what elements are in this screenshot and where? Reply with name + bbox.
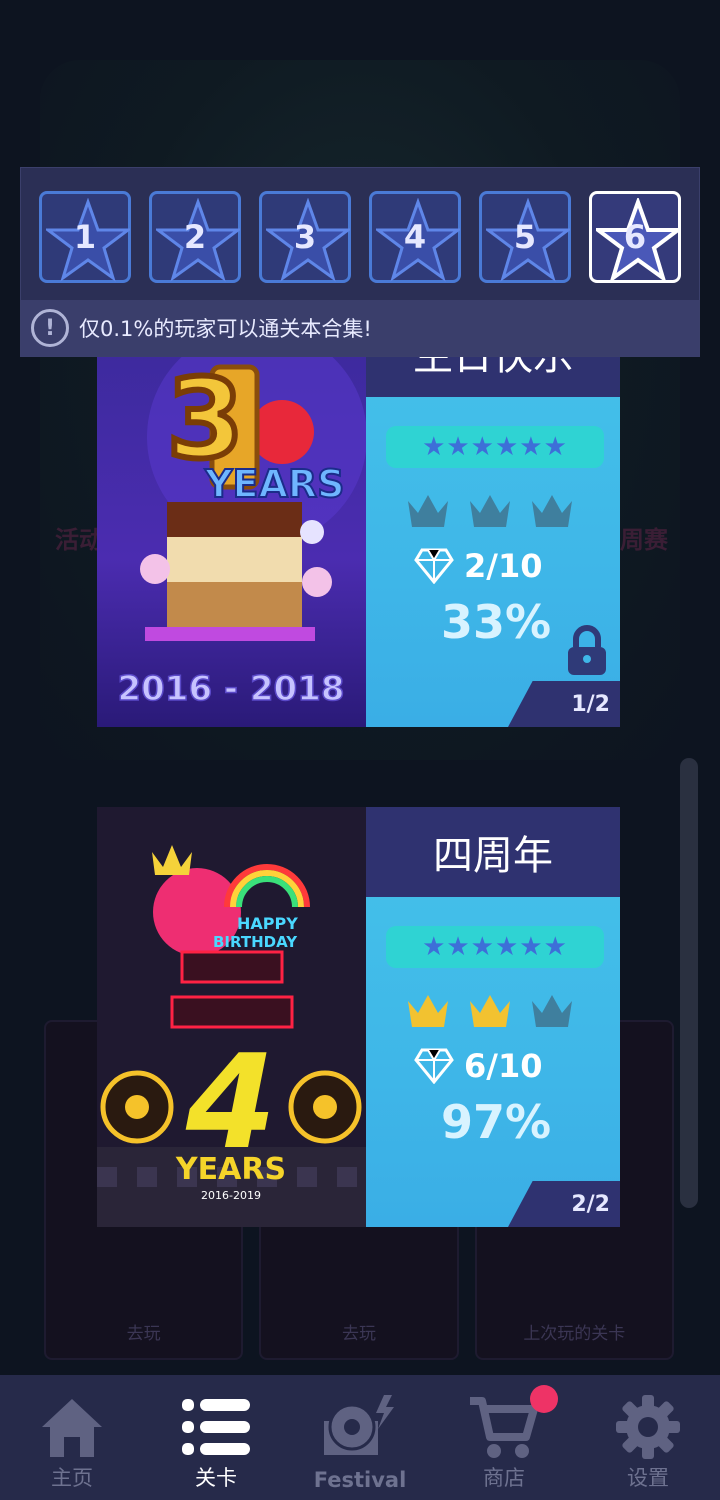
notification-badge: [530, 1385, 558, 1413]
star-level-number: 3: [293, 218, 317, 256]
star-level-number: 5: [513, 218, 537, 256]
gem-count: 6/10: [464, 1047, 543, 1085]
card-info-panel: 生日快乐 ★★★★★★ 2/10 33% 1/2: [366, 307, 620, 727]
home-icon: [42, 1399, 102, 1457]
bottom-tab-bar: 主页 关卡 Festival 商店 设置: [0, 1375, 720, 1500]
notice-text: 仅0.1%的玩家可以通关本合集!: [79, 317, 372, 341]
tab-settings[interactable]: 设置: [576, 1375, 720, 1500]
gear-icon: [616, 1395, 680, 1459]
notice-bar: ! 仅0.1%的玩家可以通关本合集!: [21, 300, 699, 356]
art-birthday-label: BIRTHDAY: [213, 933, 298, 951]
star-level-number: 6: [623, 218, 647, 256]
tab-home[interactable]: 主页: [0, 1375, 144, 1500]
crown-icon: [532, 495, 572, 527]
tab-shop[interactable]: 商店: [432, 1375, 576, 1500]
art-date-range: 2016 - 2018: [117, 669, 344, 709]
diamond-icon: [414, 1048, 454, 1084]
star-level-4-button[interactable]: 4: [369, 191, 461, 283]
scrollbar[interactable]: [680, 758, 698, 1208]
star-level-6-button[interactable]: 6: [589, 191, 681, 283]
cake-4-years-art: HAPPY BIRTHDAY 4 YEARS 2016-2019: [97, 807, 366, 1227]
background-card-button: 去玩: [126, 1324, 161, 1344]
record-icon: [324, 1395, 394, 1455]
art-happy-label: HAPPY: [237, 914, 298, 933]
star-level-3-button[interactable]: 3: [259, 191, 351, 283]
crown-icon: [408, 995, 448, 1027]
background-card-button: 上次玩的关卡: [523, 1324, 626, 1344]
gem-progress: 2/10: [414, 547, 542, 585]
tab-label: 商店: [483, 1466, 525, 1490]
tab-label: 主页: [51, 1466, 93, 1490]
background-event-label: 活动: [55, 526, 103, 554]
art-years-label: YEARS: [175, 1152, 286, 1187]
level-card[interactable]: HAPPY BIRTHDAY 4 YEARS 2016-2019 四周年 ★★★…: [97, 807, 620, 1227]
card-artwork-3-years: 3 YEARS 2016 - 2018: [97, 307, 366, 727]
completion-percent: 97%: [440, 1095, 552, 1149]
alert-icon: !: [31, 309, 69, 347]
background-card-button: 去玩: [341, 1324, 376, 1344]
lock-icon: [568, 625, 606, 675]
card-info-panel: 四周年 ★★★★★★ 6/10 97% 2/2: [366, 807, 620, 1227]
stars-rating: ★★★★★★: [386, 426, 604, 468]
star-level-2-button[interactable]: 2: [149, 191, 241, 283]
crowns-row: [404, 987, 576, 1035]
crown-icon: [408, 495, 448, 527]
star-level-tabs: 1 2 3 4 5 6: [39, 191, 681, 283]
art-date-range: 2016-2019: [201, 1189, 261, 1202]
diamond-icon: [414, 548, 454, 584]
background-weekly-label: 周赛: [620, 526, 668, 554]
tab-levels[interactable]: 关卡: [144, 1375, 288, 1500]
crown-icon: [532, 995, 572, 1027]
card-artwork-4-years: HAPPY BIRTHDAY 4 YEARS 2016-2019: [97, 807, 366, 1227]
tab-label: 关卡: [195, 1466, 237, 1490]
page-indicator: 2/2: [508, 1181, 620, 1227]
list-icon: [182, 1399, 250, 1455]
star-level-number: 4: [403, 218, 427, 256]
star-level-1-button[interactable]: 1: [39, 191, 131, 283]
star-level-5-button[interactable]: 5: [479, 191, 571, 283]
card-title: 四周年: [366, 807, 620, 897]
crown-icon: [470, 995, 510, 1027]
tab-label: Festival: [313, 1468, 407, 1492]
art-years-label: YEARS: [204, 462, 345, 506]
stars-rating: ★★★★★★: [386, 926, 604, 968]
gem-count: 2/10: [464, 547, 543, 585]
cake-3-years-art: 3 YEARS 2016 - 2018: [97, 307, 366, 727]
crown-icon: [470, 495, 510, 527]
tab-label: 设置: [627, 1466, 669, 1490]
gem-progress: 6/10: [414, 1047, 542, 1085]
level-card[interactable]: 3 YEARS 2016 - 2018 生日快乐 ★★★★★★ 2/10 33%: [97, 307, 620, 727]
star-level-selector: 1 2 3 4 5 6 ! 仅0.1%的玩家可以通关本合集!: [20, 167, 700, 357]
crowns-row: [404, 487, 576, 535]
star-level-number: 1: [73, 218, 97, 256]
star-level-number: 2: [183, 218, 207, 256]
page-indicator: 1/2: [508, 681, 620, 727]
tab-festival[interactable]: Festival: [288, 1375, 432, 1500]
